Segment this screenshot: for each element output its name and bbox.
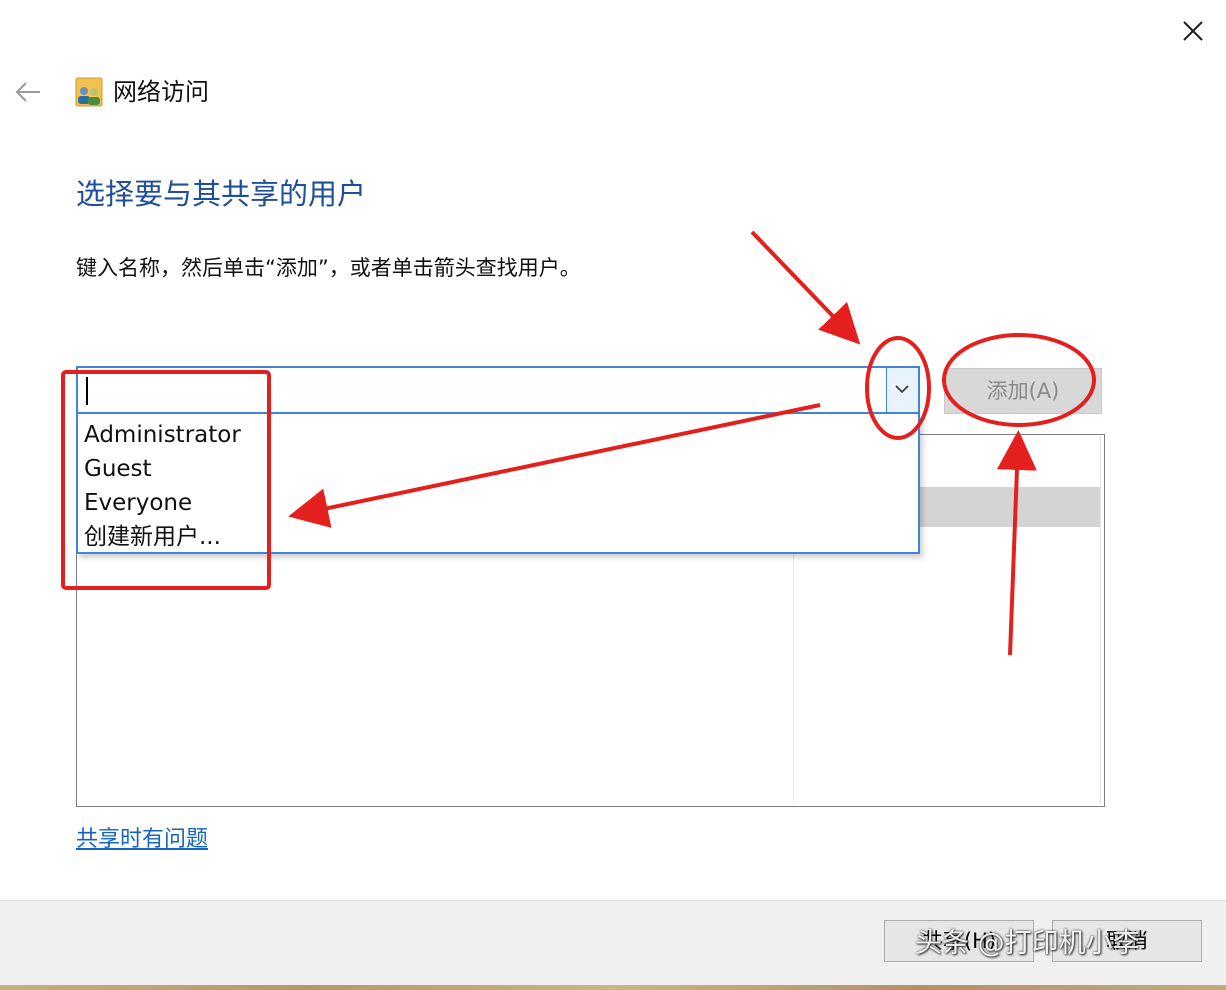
dropdown-option-guest[interactable]: Guest [84, 452, 152, 486]
back-arrow-icon [15, 82, 40, 102]
dropdown-option-administrator[interactable]: Administrator [84, 418, 241, 452]
close-icon [1183, 21, 1203, 41]
chevron-down-icon [895, 385, 909, 394]
dropdown-option-create-new-user[interactable]: 创建新用户... [84, 520, 221, 554]
network-users-icon [75, 76, 103, 108]
instruction-text: 键入名称，然后单击“添加”，或者单击箭头查找用户。 [76, 256, 581, 280]
dropdown-arrow-button[interactable] [886, 368, 918, 412]
text-caret [86, 377, 88, 405]
close-button[interactable] [1176, 14, 1210, 48]
sharing-help-link[interactable]: 共享时有问题 [76, 824, 208, 856]
page-heading: 选择要与其共享的用户 [76, 177, 367, 211]
cancel-button[interactable]: 取消 [1052, 920, 1202, 962]
window-title: 网络访问 [113, 78, 209, 106]
annotation-arrow-to-dropdown [750, 230, 861, 345]
desk-background-strip [0, 985, 1226, 990]
user-name-combobox[interactable] [76, 366, 920, 414]
add-button[interactable]: 添加(A) [944, 368, 1102, 414]
dialog-footer [0, 900, 1226, 985]
dropdown-option-everyone[interactable]: Everyone [84, 486, 192, 520]
back-button[interactable] [12, 76, 44, 108]
user-dropdown-list[interactable]: Administrator Guest Everyone 创建新用户... [76, 414, 920, 554]
list-column-divider-right [1100, 436, 1101, 804]
share-button[interactable]: 共享(H) [884, 920, 1034, 962]
